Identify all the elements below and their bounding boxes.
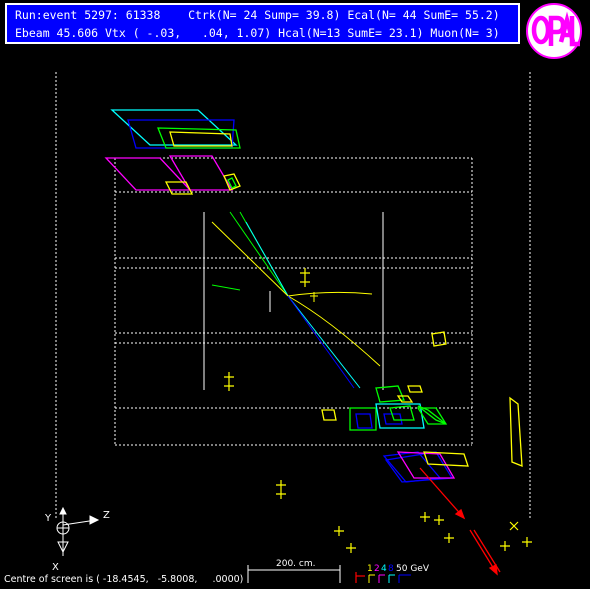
event-display-window: Y Z X 200. cm. 1 2 4 8 50 GeV Run:event … <box>0 0 590 589</box>
muon-arrows <box>419 467 501 576</box>
event-display-canvas[interactable]: Y Z X 200. cm. 1 2 4 8 50 GeV <box>0 0 590 589</box>
screen-centre-readout: Centre of screen is ( -18.4545, -5.8008,… <box>4 574 244 585</box>
x-axis-label: X <box>52 562 59 573</box>
y-axis-label: Y <box>44 513 52 524</box>
length-scale-label: 200. cm. <box>276 559 315 569</box>
energy-scale: 1 2 4 8 50 GeV <box>355 564 430 583</box>
energy-scale-4: 4 <box>381 564 387 574</box>
event-info-line-2: Ebeam 45.606 Vtx ( -.03, .04, 1.07) Hcal… <box>15 26 500 40</box>
energy-scale-8: 8 <box>388 564 394 574</box>
axes-indicator: Y Z X <box>44 506 110 573</box>
jet-chamber-boundaries <box>203 212 384 390</box>
z-axis-label: Z <box>103 510 110 521</box>
charged-tracks <box>211 211 381 389</box>
energy-scale-1: 1 <box>367 564 373 574</box>
event-info-header: Run:event 5297: 61338 Ctrk(N= 24 Sump= 3… <box>5 3 520 44</box>
calorimeter-clusters-top <box>104 109 241 195</box>
calorimeter-clusters-bottom <box>321 331 523 483</box>
detector-outline <box>55 72 531 520</box>
opal-logo <box>526 3 582 59</box>
event-info-line-1: Run:event 5297: 61338 Ctrk(N= 24 Sump= 3… <box>15 8 500 22</box>
length-scale-bar: 200. cm. <box>247 559 341 583</box>
energy-scale-unit: 50 GeV <box>396 564 430 574</box>
energy-scale-2: 2 <box>374 564 380 574</box>
